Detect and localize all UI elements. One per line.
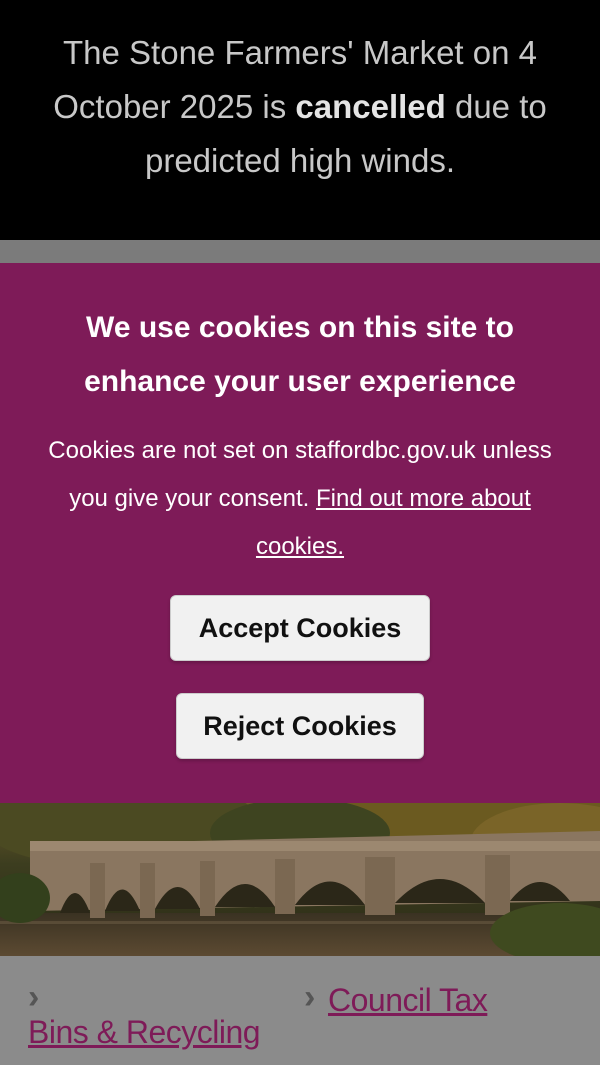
link-bins-recycling[interactable]: Bins & Recycling: [28, 1014, 261, 1051]
chevron-right-icon: ›: [304, 978, 316, 1016]
alert-text-bold: cancelled: [295, 88, 446, 125]
link-council-tax[interactable]: Council Tax: [328, 982, 488, 1019]
alert-text: The Stone Farmers' Market on 4 October 2…: [0, 0, 600, 188]
cookie-banner: We use cookies on this site to enhance y…: [0, 263, 600, 803]
accept-cookies-button[interactable]: Accept Cookies: [170, 595, 430, 661]
cookie-heading: We use cookies on this site to enhance y…: [84, 311, 516, 398]
quick-links: › Bins & Recycling › Council Tax: [0, 956, 600, 1065]
cookie-body: Cookies are not set on staffordbc.gov.uk…: [38, 427, 562, 571]
divider-bar: [0, 240, 600, 264]
hero-image: [0, 803, 600, 956]
reject-cookies-button[interactable]: Reject Cookies: [176, 693, 424, 759]
bridge-photo: [0, 803, 600, 956]
chevron-right-icon: ›: [28, 978, 40, 1016]
alert-banner: The Stone Farmers' Market on 4 October 2…: [0, 0, 600, 240]
